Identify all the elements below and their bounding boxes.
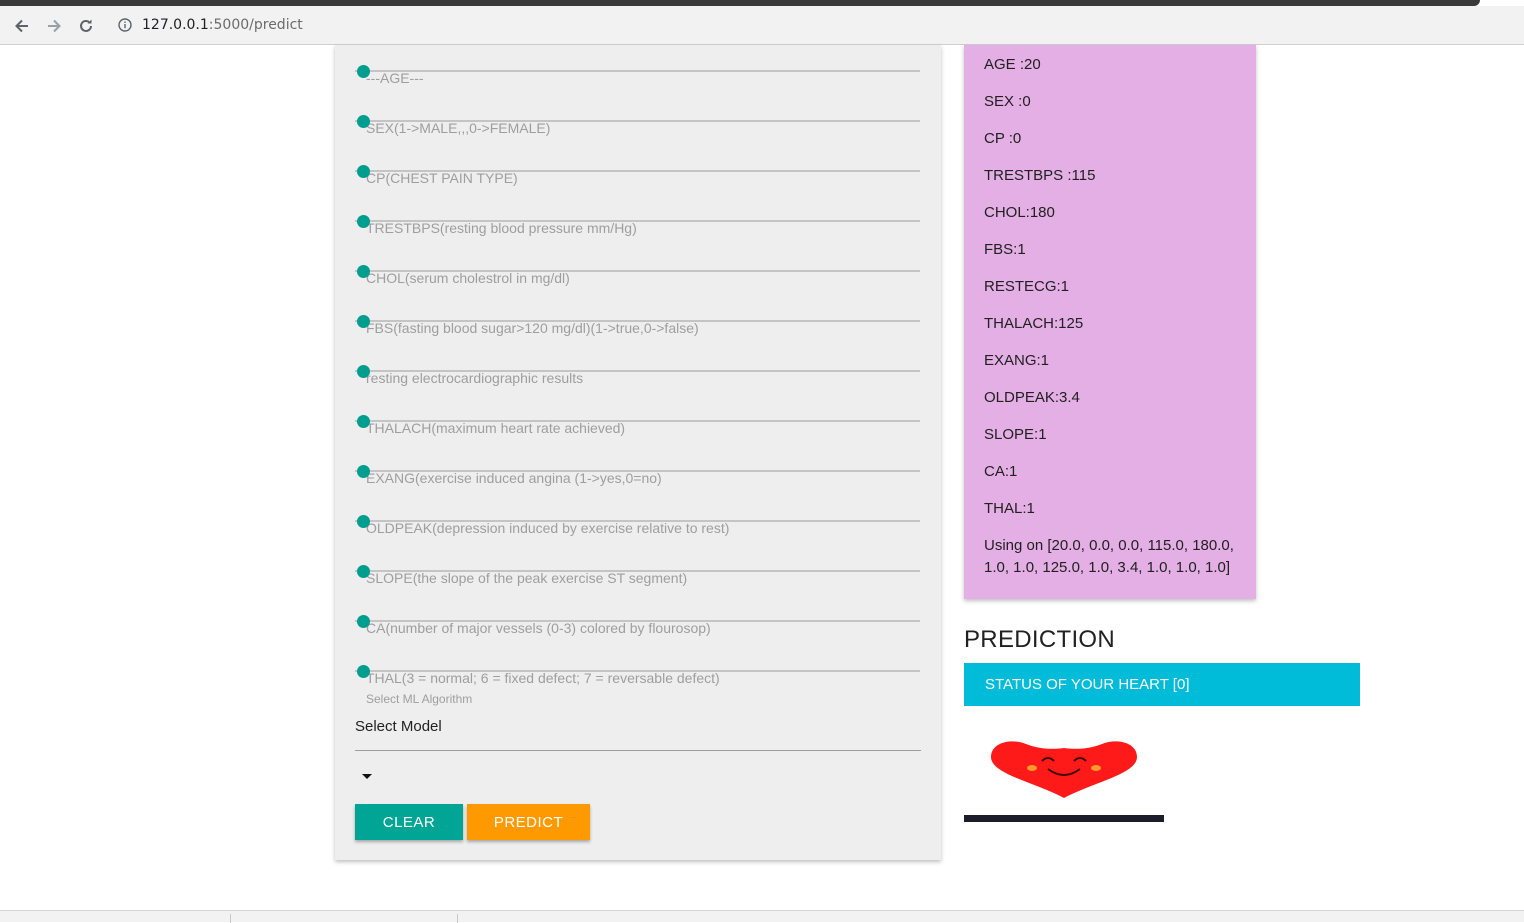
- browser-toolbar: 127.0.0.1:5000/predict: [0, 6, 1524, 45]
- value-row: THAL:1: [984, 500, 1035, 517]
- form-field[interactable]: CHOL(serum cholestrol in mg/dl): [355, 245, 920, 286]
- url-path: :5000/predict: [208, 17, 303, 33]
- input-underline: [355, 70, 920, 72]
- field-marker-icon: [357, 315, 370, 328]
- field-placeholder: OLDPEAK(depression induced by exercise r…: [366, 520, 730, 536]
- value-row: SLOPE:1: [984, 426, 1047, 443]
- using-values-text: Using on [20.0, 0.0, 0.0, 115.0, 180.0, …: [984, 537, 1234, 576]
- form-field[interactable]: CP(CHEST PAIN TYPE): [355, 145, 920, 186]
- clear-button[interactable]: CLEAR: [355, 804, 463, 840]
- value-row: CA:1: [984, 463, 1018, 480]
- field-marker-icon: [357, 365, 370, 378]
- input-values-card: AGE :20 SEX :0 CP :0 TRESTBPS :115 CHOL:180 F…: [964, 45, 1256, 599]
- field-placeholder: THAL(3 = normal; 6 = fixed defect; 7 = r…: [366, 670, 720, 686]
- field-placeholder: FBS(fasting blood sugar>120 mg/dl)(1->tr…: [366, 320, 699, 336]
- field-marker-icon: [357, 665, 370, 678]
- input-form-card: ---AGE--- SEX(1->MALE,,,0->FEMALE) CP(CHES…: [335, 45, 941, 860]
- value-row: AGE :20: [984, 56, 1041, 73]
- forward-arrow-icon[interactable]: [42, 14, 66, 38]
- back-arrow-icon[interactable]: [10, 14, 34, 38]
- field-placeholder: ---AGE---: [366, 70, 424, 86]
- field-marker-icon: [357, 565, 370, 578]
- heart-status-bar: STATUS OF YOUR HEART [0]: [964, 663, 1360, 706]
- field-marker-icon: [357, 415, 370, 428]
- field-placeholder: CA(number of major vessels (0-3) colored…: [366, 620, 711, 636]
- model-select-label: Select Model: [355, 718, 442, 735]
- field-marker-icon: [357, 115, 370, 128]
- image-caption-strip: [964, 815, 1164, 822]
- field-marker-icon: [357, 65, 370, 78]
- field-marker-icon: [357, 615, 370, 628]
- field-marker-icon: [357, 515, 370, 528]
- field-placeholder: CHOL(serum cholestrol in mg/dl): [366, 270, 570, 286]
- reload-icon[interactable]: [74, 14, 98, 38]
- form-field[interactable]: OLDPEAK(depression induced by exercise r…: [355, 495, 920, 536]
- form-field[interactable]: CA(number of major vessels (0-3) colored…: [355, 595, 920, 636]
- value-row: SEX :0: [984, 93, 1031, 110]
- form-field[interactable]: SEX(1->MALE,,,0->FEMALE): [355, 95, 920, 136]
- field-placeholder: SEX(1->MALE,,,0->FEMALE): [366, 120, 551, 136]
- info-icon[interactable]: [118, 18, 132, 32]
- value-row: RESTECG:1: [984, 278, 1070, 295]
- form-field[interactable]: SLOPE(the slope of the peak exercise ST …: [355, 545, 920, 586]
- form-field[interactable]: THAL(3 = normal; 6 = fixed defect; 7 = r…: [355, 645, 920, 686]
- predict-button[interactable]: PREDICT: [467, 804, 590, 840]
- value-row: CP :0: [984, 130, 1022, 147]
- downloads-bar: [0, 910, 1524, 923]
- field-placeholder: EXANG(exercise induced angina (1->yes,0=…: [366, 470, 662, 486]
- field-placeholder: TRESTBPS(resting blood pressure mm/Hg): [366, 220, 637, 236]
- model-select[interactable]: Select Model: [355, 715, 921, 751]
- field-marker-icon: [357, 465, 370, 478]
- value-row: OLDPEAK:3.4: [984, 389, 1080, 406]
- field-marker-icon: [357, 215, 370, 228]
- form-field[interactable]: resting electrocardiographic results: [355, 345, 920, 386]
- field-placeholder: resting electrocardiographic results: [366, 370, 584, 386]
- form-field[interactable]: ---AGE---: [355, 45, 920, 86]
- field-placeholder: SLOPE(the slope of the peak exercise ST …: [366, 570, 688, 586]
- field-placeholder: THALACH(maximum heart rate achieved): [366, 420, 626, 436]
- value-row: EXANG:1: [984, 352, 1050, 369]
- form-field[interactable]: TRESTBPS(resting blood pressure mm/Hg): [355, 195, 920, 236]
- value-row: CHOL:180: [984, 204, 1055, 221]
- form-field[interactable]: FBS(fasting blood sugar>120 mg/dl)(1->tr…: [355, 295, 920, 336]
- url-host: 127.0.0.1: [142, 17, 209, 33]
- algorithm-label: Select ML Algorithm: [366, 692, 473, 706]
- address-bar[interactable]: 127.0.0.1:5000/predict: [142, 17, 303, 33]
- value-row: TRESTBPS :115: [984, 167, 1096, 184]
- value-row: FBS:1: [984, 241, 1026, 258]
- form-field[interactable]: EXANG(exercise induced angina (1->yes,0=…: [355, 445, 920, 486]
- dropdown-caret-icon[interactable]: [362, 774, 372, 779]
- form-field[interactable]: THALACH(maximum heart rate achieved): [355, 395, 920, 436]
- field-marker-icon: [357, 265, 370, 278]
- field-placeholder: CP(CHEST PAIN TYPE): [366, 170, 518, 186]
- field-marker-icon: [357, 165, 370, 178]
- smiling-heart-image: [964, 730, 1164, 822]
- prediction-title: PREDICTION: [964, 626, 1116, 653]
- value-row: THALACH:125: [984, 315, 1084, 332]
